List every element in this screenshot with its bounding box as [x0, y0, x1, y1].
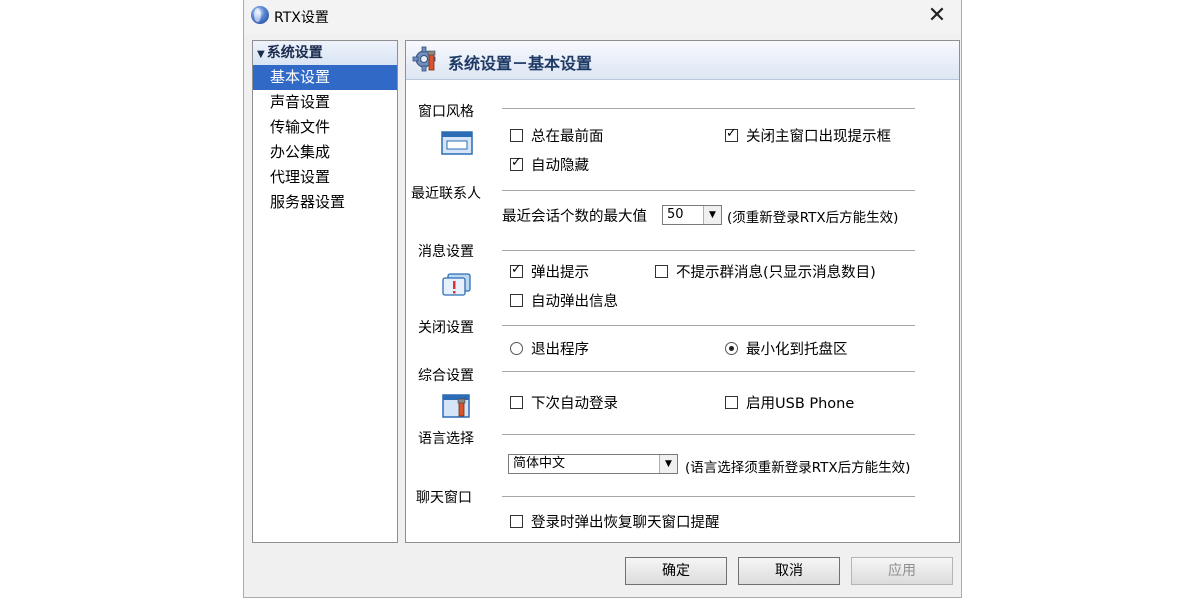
language-note: (语言选择须重新登录RTX后方能生效) — [685, 460, 911, 476]
ok-button[interactable]: 确定 — [625, 557, 727, 585]
auto-login-checkbox[interactable]: 下次自动登录 — [510, 392, 618, 413]
section-label-general: 综合设置 — [418, 368, 474, 384]
checkbox-box[interactable] — [655, 265, 668, 278]
dropdown-arrow-icon[interactable]: ▼ — [659, 455, 677, 473]
auto-popup-checkbox[interactable]: 自动弹出信息 — [510, 290, 618, 311]
checkbox-box[interactable] — [510, 129, 523, 142]
rtx-app-icon — [251, 6, 269, 24]
section-label-window-style: 窗口风格 — [418, 104, 474, 120]
language-select[interactable]: 简体中文 ▼ — [508, 454, 678, 474]
close-prompt-checkbox[interactable]: 关闭主窗口出现提示框 — [725, 125, 891, 146]
nav-group-system-settings[interactable]: ▼ 系统设置 — [253, 41, 397, 65]
settings-dialog: RTX设置 ✕ ▼ 系统设置 基本设置 声音设置 传输文件 办公集成 代理设置 服… — [243, 0, 962, 598]
exit-program-radio[interactable]: 退出程序 — [510, 338, 589, 359]
checkbox-box[interactable] — [725, 396, 738, 409]
always-on-top-checkbox[interactable]: 总在最前面 — [510, 125, 604, 146]
settings-panel: 系统设置－基本设置 窗口风格 总在最前面 关闭主窗口出现提示框 自动隐藏 最近联… — [405, 40, 960, 543]
nav-item-server-settings[interactable]: 服务器设置 — [253, 190, 397, 215]
section-label-chat: 聊天窗口 — [416, 490, 472, 506]
window-title: RTX设置 — [274, 10, 329, 26]
recent-max-label: 最近会话个数的最大值 — [502, 209, 647, 225]
no-group-prompt-checkbox[interactable]: 不提示群消息(只显示消息数目) — [655, 261, 876, 282]
section-divider — [502, 371, 915, 372]
checkbox-box[interactable] — [510, 262, 523, 278]
cancel-button[interactable]: 取消 — [738, 557, 840, 585]
collapse-triangle-icon[interactable]: ▼ — [257, 49, 265, 60]
minimize-to-tray-radio[interactable]: 最小化到托盘区 — [725, 338, 848, 359]
nav-item-sound-settings[interactable]: 声音设置 — [253, 90, 397, 115]
radio-circle[interactable] — [510, 342, 523, 355]
radio-circle[interactable] — [725, 342, 738, 355]
section-divider — [502, 250, 915, 251]
settings-nav-tree: ▼ 系统设置 基本设置 声音设置 传输文件 办公集成 代理设置 服务器设置 — [252, 40, 398, 543]
section-divider — [502, 108, 915, 109]
section-divider — [502, 434, 915, 435]
section-label-recent-contacts: 最近联系人 — [411, 186, 481, 202]
popup-prompt-checkbox[interactable]: 弹出提示 — [510, 261, 589, 282]
section-label-close: 关闭设置 — [418, 320, 474, 336]
gear-icon — [412, 46, 436, 72]
section-label-message: 消息设置 — [418, 244, 474, 260]
checkbox-box[interactable] — [725, 126, 738, 142]
nav-item-office-integration[interactable]: 办公集成 — [253, 140, 397, 165]
recent-max-select[interactable]: 50 ▼ — [662, 205, 722, 225]
restore-chat-prompt-checkbox[interactable]: 登录时弹出恢复聊天窗口提醒 — [510, 511, 720, 532]
nav-item-proxy-settings[interactable]: 代理设置 — [253, 165, 397, 190]
window-icon — [441, 131, 473, 155]
panel-header: 系统设置－基本设置 — [406, 41, 959, 80]
message-icon — [442, 273, 471, 296]
panel-title: 系统设置－基本设置 — [448, 54, 593, 73]
section-divider — [502, 325, 915, 326]
recent-note: (须重新登录RTX后方能生效) — [727, 210, 899, 226]
settings-window-icon — [442, 394, 470, 418]
usb-phone-checkbox[interactable]: 启用USB Phone — [725, 392, 854, 413]
apply-button[interactable]: 应用 — [851, 557, 953, 585]
section-divider — [502, 496, 915, 497]
section-label-language: 语言选择 — [418, 431, 474, 447]
nav-item-file-transfer[interactable]: 传输文件 — [253, 115, 397, 140]
dropdown-arrow-icon[interactable]: ▼ — [703, 206, 721, 224]
checkbox-box[interactable] — [510, 294, 523, 307]
title-bar: RTX设置 ✕ — [244, 0, 961, 34]
close-button[interactable]: ✕ — [925, 4, 949, 28]
nav-item-basic-settings[interactable]: 基本设置 — [253, 65, 397, 90]
checkbox-box[interactable] — [510, 396, 523, 409]
checkbox-box[interactable] — [510, 515, 523, 528]
checkbox-box[interactable] — [510, 155, 523, 171]
auto-hide-checkbox[interactable]: 自动隐藏 — [510, 154, 589, 175]
section-divider — [502, 190, 915, 191]
